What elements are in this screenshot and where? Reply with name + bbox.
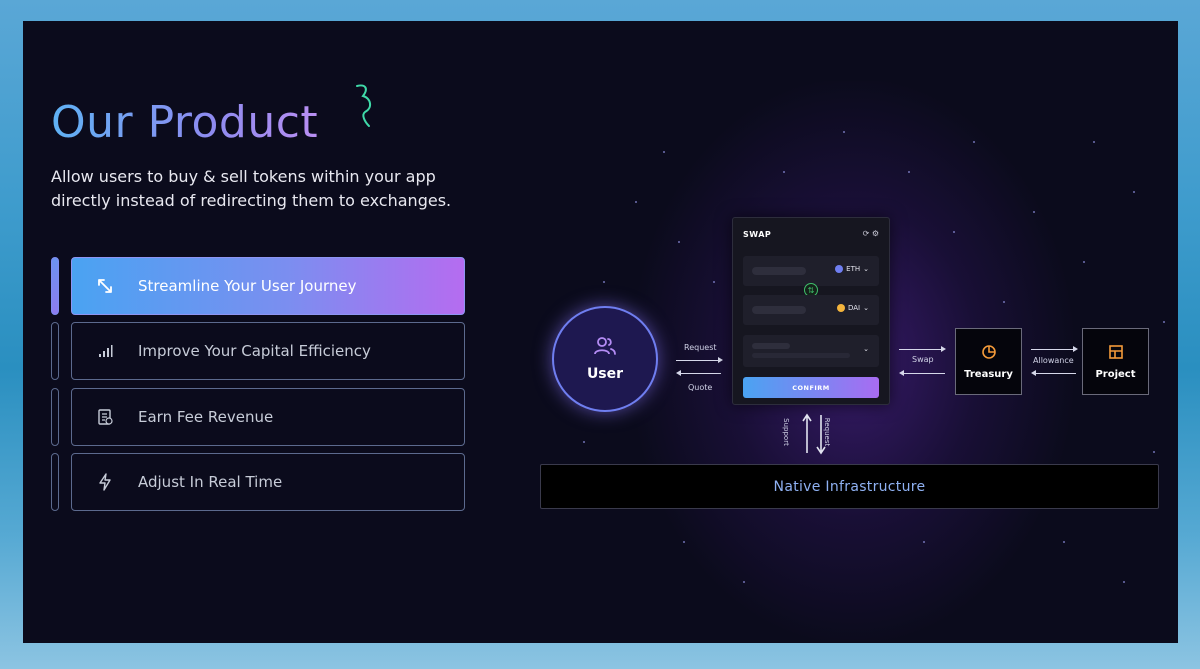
request-vertical-label: Request: [823, 417, 832, 447]
star: [635, 201, 637, 203]
page-title: Our Product: [51, 97, 319, 148]
token-from-selector[interactable]: ETH ⌄: [835, 265, 869, 273]
feature-indicator-active: [51, 257, 59, 315]
swap-from-row[interactable]: ETH ⌄: [743, 256, 879, 286]
lightning-icon: [72, 473, 138, 491]
confirm-button[interactable]: CONFIRM: [743, 377, 879, 398]
swap-title: SWAP: [743, 230, 772, 239]
star: [713, 281, 715, 283]
swap-return-arrowhead: [899, 370, 904, 376]
quote-arrowhead: [676, 370, 681, 376]
star: [1003, 301, 1005, 303]
star: [1123, 581, 1125, 583]
swap-return-line: [904, 373, 945, 374]
allowance-return-arrowhead: [1031, 370, 1036, 376]
swap-arrowhead: [941, 346, 946, 352]
allowance-arrowhead: [1073, 346, 1078, 352]
star: [583, 441, 585, 443]
request-label: Request: [684, 343, 717, 352]
feature-label: Earn Fee Revenue: [138, 408, 274, 426]
slide: Our Product Allow users to buy & sell to…: [23, 21, 1178, 643]
allowance-arrow-line: [1031, 349, 1073, 350]
pie-chart-icon: [981, 344, 997, 363]
eth-icon: [835, 265, 844, 273]
star: [783, 171, 785, 173]
feature-indicator: [51, 322, 59, 380]
feature-fee-revenue[interactable]: Earn Fee Revenue: [71, 388, 465, 446]
swap-route-row[interactable]: ⌄: [743, 335, 879, 367]
users-icon: [593, 336, 617, 360]
quote-label: Quote: [688, 383, 713, 392]
swap-to-row[interactable]: DAI ⌄: [743, 295, 879, 325]
star: [973, 141, 975, 143]
feature-label: Improve Your Capital Efficiency: [138, 342, 371, 360]
star: [663, 151, 665, 153]
request-arrowhead: [718, 357, 723, 363]
feature-indicator: [51, 388, 59, 446]
swap-header-icons: ⟳ ⚙: [863, 229, 879, 238]
bar-chart-icon: [72, 343, 138, 359]
chevron-down-icon: ⌄: [863, 265, 869, 273]
feature-label: Adjust In Real Time: [138, 473, 283, 491]
star: [1093, 141, 1095, 143]
project-label: Project: [1095, 368, 1136, 380]
allowance-label: Allowance: [1033, 356, 1074, 365]
amount-placeholder: [752, 267, 806, 275]
swap-label: Swap: [912, 355, 934, 364]
feature-label: Streamline Your User Journey: [138, 277, 357, 295]
native-infrastructure: Native Infrastructure: [540, 464, 1159, 509]
star: [1033, 211, 1035, 213]
token-to-label: DAI: [848, 304, 861, 312]
star: [1153, 451, 1155, 453]
support-label: Support: [781, 418, 790, 446]
feature-indicator: [51, 453, 59, 511]
star: [743, 581, 745, 583]
star: [1063, 541, 1065, 543]
star: [923, 541, 925, 543]
request-arrow-line: [676, 360, 719, 361]
feature-capital-efficiency[interactable]: Improve Your Capital Efficiency: [71, 322, 465, 380]
star: [678, 241, 680, 243]
treasury-node: Treasury: [955, 328, 1022, 395]
route-placeholder: [752, 343, 790, 349]
swap-widget: SWAP ⟳ ⚙ ETH ⌄ ⇅ DAI ⌄ ⌄ CONFIRM: [732, 217, 890, 405]
star: [603, 281, 605, 283]
user-node: User: [552, 306, 658, 412]
user-label: User: [586, 366, 624, 382]
star: [908, 171, 910, 173]
project-node: Project: [1082, 328, 1149, 395]
amount-placeholder: [752, 306, 806, 314]
feature-real-time[interactable]: Adjust In Real Time: [71, 453, 465, 511]
star: [1133, 191, 1135, 193]
swap-arrow-line: [899, 349, 941, 350]
expand-arrows-icon: [72, 276, 138, 296]
handwritten-annotation: [356, 84, 371, 127]
feature-streamline[interactable]: Streamline Your User Journey: [71, 257, 465, 315]
quote-arrow-line: [681, 373, 721, 374]
chevron-down-icon[interactable]: ⌄: [863, 345, 869, 353]
star: [683, 541, 685, 543]
star: [843, 131, 845, 133]
star: [1083, 261, 1085, 263]
chevron-down-icon: ⌄: [863, 304, 869, 312]
treasury-label: Treasury: [964, 368, 1013, 380]
route-placeholder: [752, 353, 850, 358]
star: [1163, 321, 1165, 323]
dai-icon: [837, 304, 845, 312]
token-from-label: ETH: [846, 265, 861, 273]
settings-icon[interactable]: ⚙: [872, 229, 879, 238]
refresh-icon[interactable]: ⟳: [863, 229, 870, 238]
allowance-return-line: [1036, 373, 1076, 374]
token-to-selector[interactable]: DAI ⌄: [837, 304, 869, 312]
receipt-icon: [72, 408, 138, 426]
star: [953, 231, 955, 233]
page-subtitle: Allow users to buy & sell tokens within …: [51, 167, 452, 210]
layout-icon: [1108, 344, 1124, 363]
